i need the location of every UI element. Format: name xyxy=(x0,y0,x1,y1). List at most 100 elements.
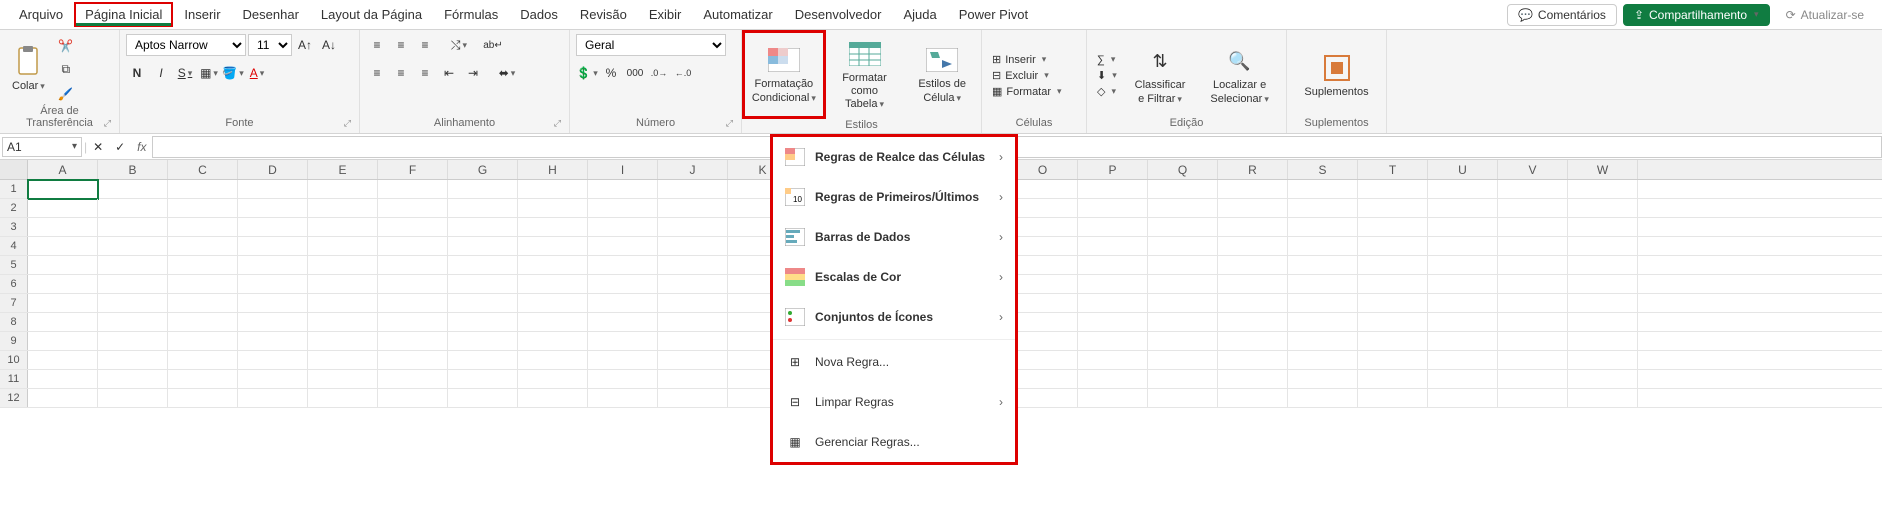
copy-button[interactable]: ⧉ xyxy=(55,59,77,81)
row-header[interactable]: 1 xyxy=(0,180,28,198)
cell[interactable] xyxy=(1498,389,1568,408)
increase-font-button[interactable]: A↑ xyxy=(294,34,316,56)
cell[interactable] xyxy=(98,351,168,370)
align-center-button[interactable]: ≡ xyxy=(390,62,412,84)
col-header[interactable]: V xyxy=(1498,160,1568,179)
cell[interactable] xyxy=(1288,256,1358,275)
addins-button[interactable]: Suplementos xyxy=(1298,50,1374,101)
cell[interactable] xyxy=(518,180,588,199)
cell[interactable] xyxy=(98,237,168,256)
clear-button[interactable]: ◇ xyxy=(1093,84,1121,99)
cell[interactable] xyxy=(378,218,448,237)
cell[interactable] xyxy=(1148,199,1218,218)
cell[interactable] xyxy=(1428,218,1498,237)
cell[interactable] xyxy=(588,313,658,332)
cell[interactable] xyxy=(238,351,308,370)
cell[interactable] xyxy=(588,370,658,389)
color-scales-item[interactable]: Escalas de Cor› xyxy=(773,257,1015,297)
cell[interactable] xyxy=(1568,199,1638,218)
cell[interactable] xyxy=(448,256,518,275)
cell[interactable] xyxy=(1148,332,1218,351)
cell[interactable] xyxy=(1218,275,1288,294)
cell[interactable] xyxy=(448,199,518,218)
col-header[interactable]: F xyxy=(378,160,448,179)
cell[interactable] xyxy=(308,256,378,275)
cell[interactable] xyxy=(238,199,308,218)
tab-arquivo[interactable]: Arquivo xyxy=(8,2,74,27)
cell[interactable] xyxy=(168,275,238,294)
cell[interactable] xyxy=(1358,180,1428,199)
cell[interactable] xyxy=(28,237,98,256)
align-top-button[interactable]: ≡ xyxy=(366,34,388,56)
new-rule-item[interactable]: ⊞ Nova Regra... xyxy=(773,342,1015,382)
align-middle-button[interactable]: ≡ xyxy=(390,34,412,56)
col-header[interactable]: P xyxy=(1078,160,1148,179)
cell[interactable] xyxy=(1148,256,1218,275)
cell[interactable] xyxy=(378,370,448,389)
cell[interactable] xyxy=(168,180,238,199)
cell[interactable] xyxy=(98,256,168,275)
cell[interactable] xyxy=(1218,237,1288,256)
cell[interactable] xyxy=(448,332,518,351)
cell[interactable] xyxy=(658,389,728,408)
cell[interactable] xyxy=(518,218,588,237)
cell[interactable] xyxy=(588,199,658,218)
cell[interactable] xyxy=(518,237,588,256)
cell[interactable] xyxy=(308,389,378,408)
merge-button[interactable]: ⬌ xyxy=(496,62,518,84)
font-launcher[interactable]: ⤢ xyxy=(344,118,351,129)
cell[interactable] xyxy=(1288,313,1358,332)
cell[interactable] xyxy=(1078,199,1148,218)
cell[interactable] xyxy=(1568,332,1638,351)
cell[interactable] xyxy=(1148,237,1218,256)
conditional-formatting-button[interactable]: Formatação Condicional xyxy=(742,30,826,119)
cell[interactable] xyxy=(28,332,98,351)
cell[interactable] xyxy=(1218,180,1288,199)
cell[interactable] xyxy=(168,237,238,256)
cell[interactable] xyxy=(1568,313,1638,332)
cell[interactable] xyxy=(1078,389,1148,408)
col-header[interactable]: E xyxy=(308,160,378,179)
cell[interactable] xyxy=(1568,294,1638,313)
cell[interactable] xyxy=(1288,180,1358,199)
cell[interactable] xyxy=(28,218,98,237)
cell[interactable] xyxy=(238,389,308,408)
cell[interactable] xyxy=(1148,313,1218,332)
cell[interactable] xyxy=(1498,218,1568,237)
cell[interactable] xyxy=(1568,275,1638,294)
cell[interactable] xyxy=(1218,332,1288,351)
borders-button[interactable]: ▦ xyxy=(198,62,220,84)
cell[interactable] xyxy=(1498,256,1568,275)
cell[interactable] xyxy=(1568,237,1638,256)
cell[interactable] xyxy=(658,313,728,332)
cell[interactable] xyxy=(98,370,168,389)
cell[interactable] xyxy=(1078,332,1148,351)
cell[interactable] xyxy=(168,389,238,408)
col-header[interactable]: J xyxy=(658,160,728,179)
sort-filter-button[interactable]: ⇅ Classificar e Filtrar xyxy=(1125,43,1195,107)
cell[interactable] xyxy=(518,332,588,351)
cell[interactable] xyxy=(518,313,588,332)
cell[interactable] xyxy=(448,218,518,237)
cell[interactable] xyxy=(1008,313,1078,332)
tab-exibir[interactable]: Exibir xyxy=(638,2,693,27)
tab-pagina-inicial[interactable]: Página Inicial xyxy=(74,2,173,27)
tab-inserir[interactable]: Inserir xyxy=(173,2,231,27)
autosum-button[interactable]: ∑ xyxy=(1093,53,1121,67)
cell[interactable] xyxy=(1078,180,1148,199)
cell[interactable] xyxy=(168,370,238,389)
wrap-text-button[interactable]: ab↵ xyxy=(482,34,504,56)
increase-indent-button[interactable]: ⇥ xyxy=(462,62,484,84)
format-painter-button[interactable]: 🖌️ xyxy=(55,83,77,105)
format-cells-button[interactable]: ▦Formatar xyxy=(988,84,1080,99)
cell[interactable] xyxy=(1078,351,1148,370)
cell[interactable] xyxy=(1568,389,1638,408)
cell[interactable] xyxy=(98,294,168,313)
row-header[interactable]: 9 xyxy=(0,332,28,350)
cell[interactable] xyxy=(1568,370,1638,389)
highlight-cells-rules-item[interactable]: Regras de Realce das Células› xyxy=(773,137,1015,177)
col-header[interactable]: D xyxy=(238,160,308,179)
cell[interactable] xyxy=(308,370,378,389)
cell[interactable] xyxy=(378,275,448,294)
cell[interactable] xyxy=(1218,389,1288,408)
